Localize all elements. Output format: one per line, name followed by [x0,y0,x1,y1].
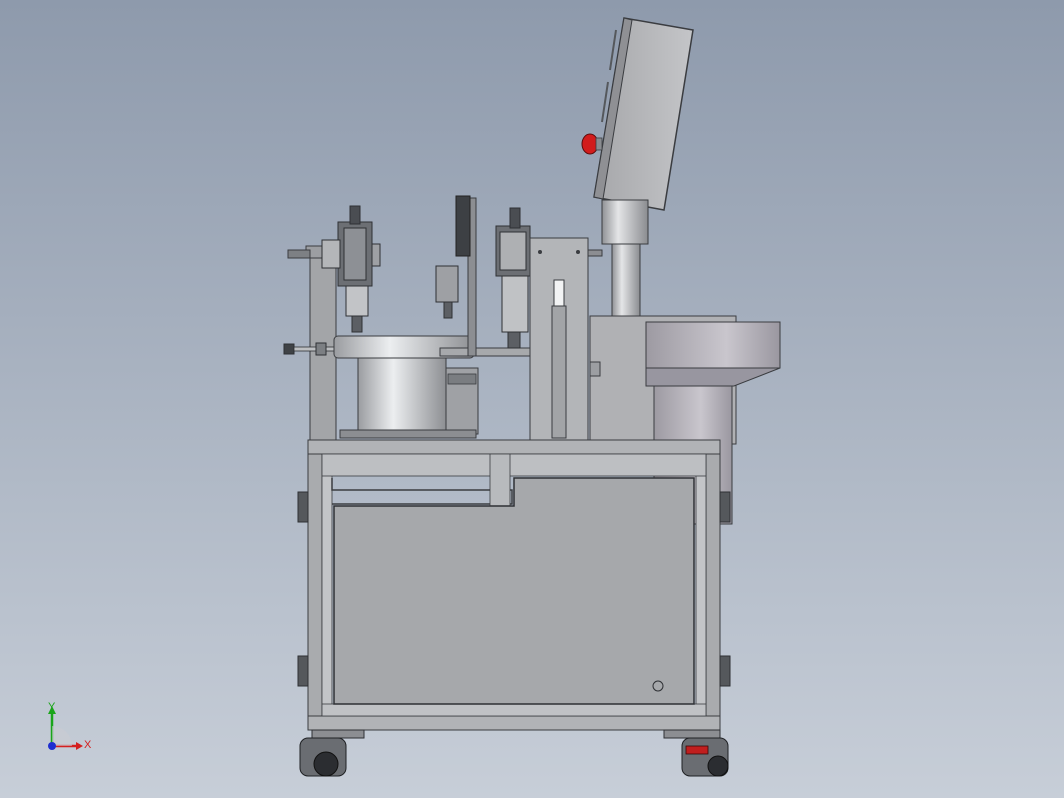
x-axis-arrowhead [76,742,83,750]
caster-left [299,729,365,777]
y-axis-label: Y [48,701,56,713]
machine-assembly-drawing: X Y [48,17,781,777]
caster-right [663,729,729,777]
coordinate-triad: X Y [48,701,92,751]
side-adjust-bolt [283,342,335,356]
control-cabinet [593,17,694,211]
x-axis-label: X [84,739,92,751]
front-access-panel [333,477,695,705]
right-press-module [495,207,531,349]
emergency-stop-button [581,133,603,155]
triad-plane-marker [52,726,72,746]
z-axis-marker [48,742,56,750]
cad-viewport[interactable]: X Y [0,0,1064,798]
